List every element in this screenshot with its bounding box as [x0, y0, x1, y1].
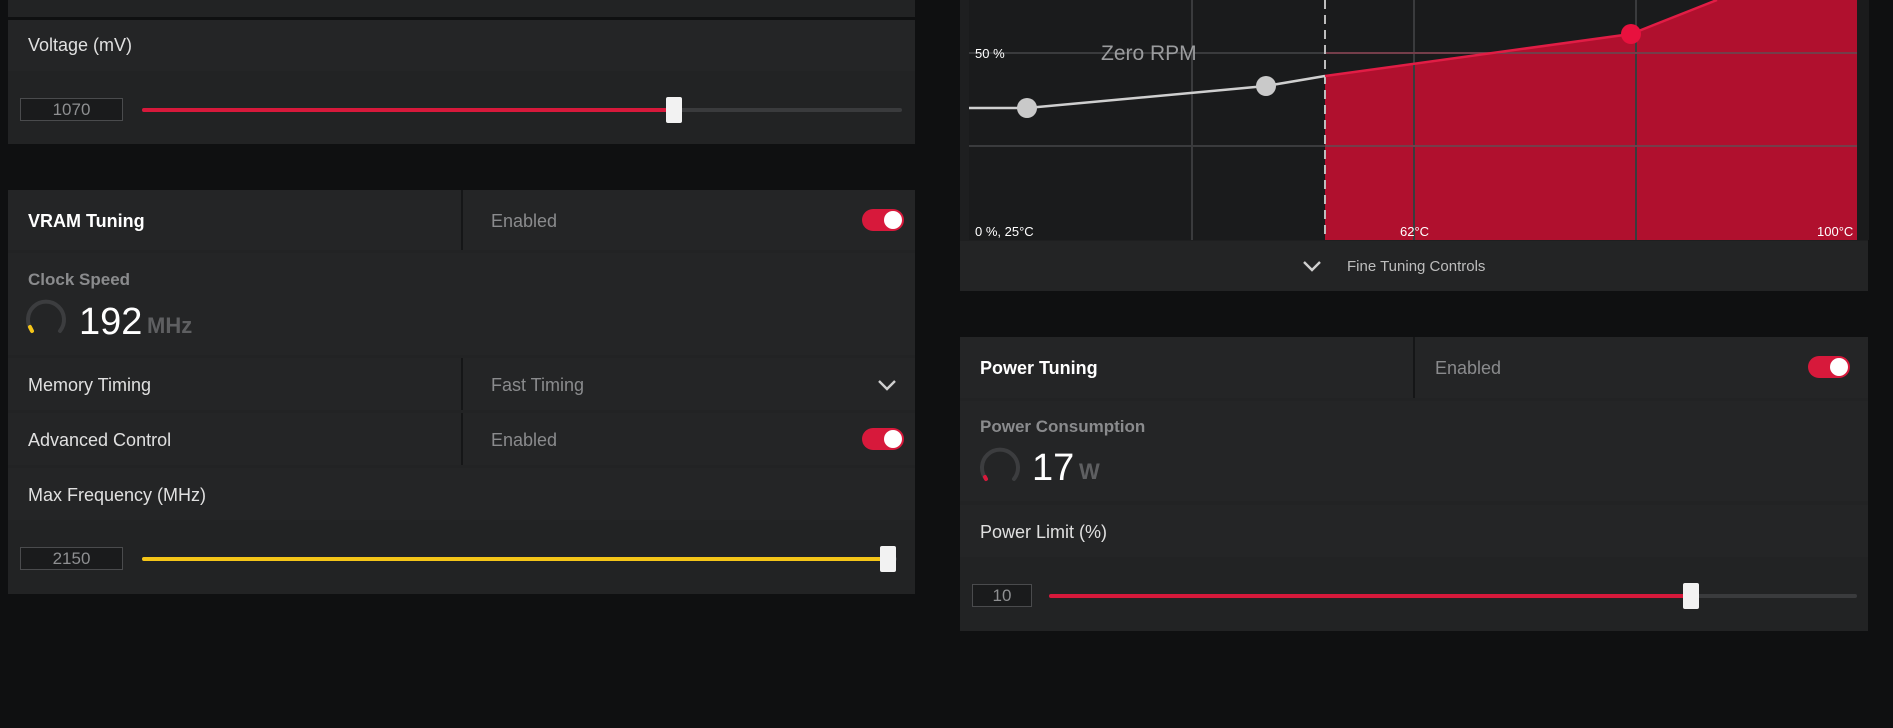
power-toggle-knob [1830, 358, 1848, 376]
zero-rpm-label: Zero RPM [1101, 42, 1197, 65]
voltage-input[interactable]: 1070 [20, 98, 123, 121]
power-limit-label: Power Limit (%) [980, 522, 1108, 542]
power-limit-slider-fill [1049, 594, 1689, 598]
gauge-icon [26, 299, 66, 333]
vram-header-right: Enabled [463, 190, 915, 250]
voltage-slider-fill [142, 108, 667, 112]
advanced-control-label: Advanced Control [28, 430, 172, 450]
max-frequency-slider-fill [142, 557, 894, 561]
fan-curve-point [1621, 24, 1641, 44]
memory-timing-label: Memory Timing [28, 375, 152, 395]
fan-chart-origin-label: 0 %, 25°C [975, 224, 1034, 239]
fan-chart-y-label: 50 % [975, 46, 1005, 61]
vram-toggle[interactable] [862, 209, 904, 231]
clock-speed-value: 192 [79, 301, 143, 343]
power-tuning-panel: Power Tuning Enabled Power Consumption 1… [960, 337, 1868, 631]
vram-toggle-knob [884, 211, 902, 229]
power-toggle[interactable] [1808, 356, 1850, 378]
memory-timing-value: Fast Timing [491, 375, 585, 395]
max-frequency-label: Max Frequency (MHz) [28, 485, 207, 505]
chevron-down-icon [878, 380, 896, 391]
fan-curve-chart[interactable] [969, 0, 1869, 240]
power-status: Enabled [1435, 358, 1502, 378]
power-limit-slider-thumb[interactable] [1683, 583, 1699, 609]
max-frequency-header: Max Frequency (MHz) [8, 468, 915, 520]
advanced-control-toggle[interactable] [862, 428, 904, 450]
clock-speed-section: Clock Speed 192 MHz [8, 253, 915, 355]
voltage-panel: Voltage (mV) 1070 [8, 20, 915, 144]
power-consumption-section: Power Consumption 17 W [960, 401, 1868, 501]
previous-panel-bottom [8, 0, 915, 17]
fan-chart-max-label: 100°C [1817, 224, 1854, 239]
power-title: Power Tuning [980, 358, 1098, 378]
memory-timing-dropdown[interactable]: Fast Timing [463, 358, 915, 410]
fan-curve-point [1256, 76, 1276, 96]
voltage-label: Voltage (mV) [28, 35, 133, 55]
memory-timing-row-left: Memory Timing [8, 358, 461, 410]
max-frequency-slider-thumb[interactable] [880, 546, 896, 572]
chevron-down-icon [1303, 261, 1321, 272]
vram-tuning-panel: VRAM Tuning Enabled Clock Speed 192 MHz … [8, 190, 915, 594]
clock-speed-unit: MHz [147, 313, 193, 338]
fine-tuning-label: Fine Tuning Controls [1347, 258, 1486, 275]
clock-speed-label: Clock Speed [28, 270, 131, 289]
power-limit-header: Power Limit (%) [960, 505, 1868, 557]
advanced-control-row-right: Enabled [463, 413, 915, 465]
voltage-slider-thumb[interactable] [666, 97, 682, 123]
advanced-control-row-left: Advanced Control [8, 413, 461, 465]
fan-curve-point [1017, 98, 1037, 118]
fan-curve-panel: 50 % Zero RPM 0 %, 25°C 62°C 100°C Fine … [960, 0, 1869, 291]
fine-tuning-controls-button[interactable]: Fine Tuning Controls [960, 241, 1868, 291]
vram-title: VRAM Tuning [28, 211, 145, 231]
power-header-right: Enabled [1415, 337, 1868, 398]
power-consumption-label: Power Consumption [980, 417, 1146, 436]
power-consumption-value: 17 [1032, 447, 1075, 489]
power-consumption-unit: W [1079, 459, 1100, 484]
vram-status: Enabled [491, 211, 558, 231]
power-header-left: Power Tuning [960, 337, 1413, 398]
advanced-control-status: Enabled [491, 430, 558, 450]
advanced-control-toggle-knob [884, 430, 902, 448]
vram-header-left: VRAM Tuning [8, 190, 461, 250]
max-frequency-input[interactable]: 2150 [20, 547, 123, 570]
power-limit-input[interactable]: 10 [972, 584, 1032, 607]
voltage-header: Voltage (mV) [8, 20, 915, 71]
fan-chart-mid-label: 62°C [1400, 224, 1430, 239]
gauge-icon [980, 447, 1020, 481]
